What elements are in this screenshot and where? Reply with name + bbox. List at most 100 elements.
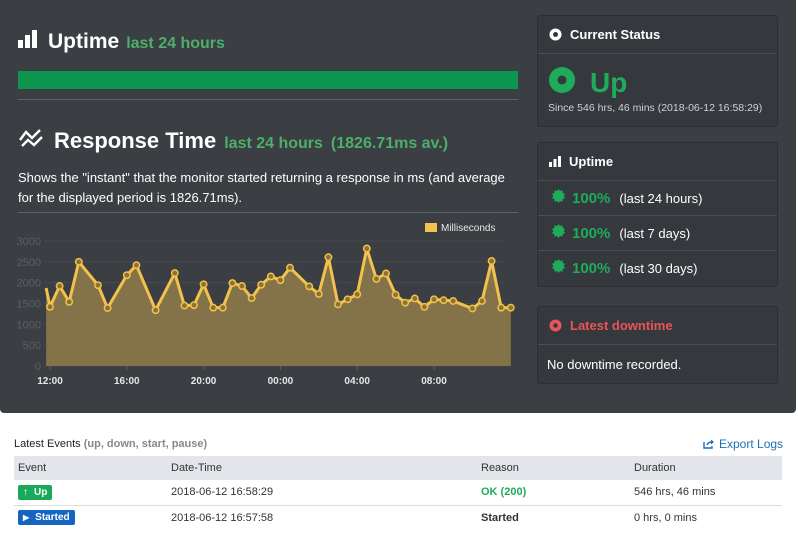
event-duration: 0 hrs, 0 mins: [634, 511, 697, 524]
data-point: [94, 281, 102, 290]
event-label: Started: [35, 512, 70, 524]
y-tick-label: 2500: [17, 257, 41, 269]
data-point: [478, 297, 486, 305]
uptime-period: (last 30 days): [619, 261, 698, 276]
data-point: [228, 279, 237, 288]
x-tick-label: 04:00: [344, 376, 370, 387]
event-datetime: 2018-06-12 16:58:29: [167, 480, 477, 506]
latest-events-title: Latest Events: [14, 438, 81, 450]
data-point: [65, 297, 74, 306]
data-point: [151, 306, 160, 315]
badge-check-icon: [552, 259, 566, 278]
uptime-row-7d: 100% (last 7 days): [538, 216, 777, 251]
y-tick-label: 0: [35, 361, 41, 373]
data-point: [497, 303, 506, 312]
latest-events-subtitle: (up, down, start, pause): [83, 438, 208, 450]
y-tick-label: 1000: [17, 319, 41, 331]
badge-check-icon: [552, 188, 566, 208]
data-point: [190, 301, 198, 310]
data-point: [46, 302, 54, 311]
legend-label: Milliseconds: [441, 223, 495, 234]
data-point: [401, 298, 410, 307]
bar-chart-icon: [549, 156, 561, 167]
data-point: [449, 297, 458, 305]
uptime-row-30d: 100% (last 30 days): [538, 251, 777, 286]
uptime-bar: [18, 71, 518, 89]
divider: [18, 212, 518, 213]
data-point: [410, 294, 419, 303]
legend-swatch: [425, 223, 437, 232]
current-status-panel: Current Status Up Since 546 hrs, 46 mins…: [537, 15, 778, 127]
event-datetime: 2018-06-12 16:57:58: [171, 511, 274, 524]
export-icon: [703, 439, 714, 449]
monitor-dashboard: Uptime last 24 hours Response Time last …: [0, 0, 796, 413]
data-point: [218, 303, 227, 312]
status-dot-icon: [549, 28, 562, 41]
uptime-percent: 100%: [572, 224, 611, 242]
data-point: [439, 296, 448, 305]
y-tick-label: 3000: [17, 236, 41, 248]
y-tick-label: 1500: [17, 299, 41, 311]
column-header-duration: Duration: [630, 456, 782, 480]
event-badge-up: ↑ Up: [18, 484, 53, 500]
x-tick-label: 20:00: [191, 376, 217, 387]
export-logs-button[interactable]: Export Logs: [703, 437, 783, 451]
uptime-heading: Uptime last 24 hours: [18, 30, 225, 54]
data-point: [238, 282, 246, 290]
data-point: [170, 269, 179, 278]
current-status-title: Current Status: [570, 27, 661, 42]
divider: [18, 99, 518, 100]
data-point: [382, 269, 390, 278]
uptime-panel-header: Uptime: [538, 143, 777, 181]
event-label: Up: [34, 486, 48, 498]
event-duration: 546 hrs, 46 mins: [630, 480, 782, 506]
latest-downtime-header: Latest downtime: [538, 307, 777, 345]
data-point: [362, 244, 371, 253]
data-point: [276, 276, 285, 285]
uptime-panel: Uptime 100% (last 24 hours) 100% (last 7…: [537, 142, 778, 287]
arrow-up-icon: ↑: [23, 486, 28, 498]
uptime-row-24h: 100% (last 24 hours): [538, 181, 777, 216]
column-header-event: Event: [14, 456, 167, 480]
data-point: [334, 300, 342, 309]
column-header-reason: Reason: [477, 456, 630, 480]
data-point: [314, 289, 323, 298]
response-time-average: (1826.71ms av.): [330, 135, 449, 152]
data-point: [468, 304, 477, 313]
data-point: [353, 290, 362, 299]
event-badge-started: ▶ Started: [18, 510, 75, 526]
data-point: [343, 295, 352, 304]
data-point: [247, 294, 256, 303]
x-tick-label: 16:00: [114, 376, 140, 387]
data-point: [180, 301, 189, 310]
data-point: [372, 274, 381, 283]
badge-check-icon: [552, 223, 566, 243]
play-icon: ▶: [23, 513, 30, 523]
data-point: [122, 271, 131, 280]
response-time-heading: Response Time last 24 hours (1826.71ms a…: [18, 128, 448, 154]
status-up-icon: [548, 66, 576, 99]
data-point: [420, 302, 429, 311]
status-since: Since 546 hrs, 46 mins (2018-06-12 16:58…: [548, 102, 763, 114]
data-point: [391, 290, 400, 299]
data-point: [324, 253, 333, 262]
uptime-period: (last 24 hours): [619, 190, 703, 206]
events-table: Event Date-Time Reason Duration ↑ Up 2018…: [14, 456, 782, 530]
latest-downtime-panel: Latest downtime No downtime recorded.: [537, 306, 778, 384]
data-point: [74, 257, 83, 266]
data-point: [506, 303, 515, 312]
data-point: [266, 272, 275, 281]
response-time-area: [46, 248, 511, 366]
uptime-panel-title: Uptime: [569, 154, 614, 169]
latest-downtime-title: Latest downtime: [570, 318, 673, 333]
table-row: ▶ Started 2018-06-12 16:57:58 Started 0 h…: [14, 505, 782, 530]
data-point: [305, 282, 314, 291]
line-chart-icon: [18, 128, 44, 153]
data-point: [55, 282, 64, 290]
status-value: Up: [590, 66, 628, 98]
event-reason: Started: [481, 511, 519, 524]
x-tick-label: 12:00: [37, 376, 63, 387]
table-row: ↑ Up 2018-06-12 16:58:29 OK (200) 546 hrs…: [14, 480, 782, 506]
x-tick-label: 08:00: [421, 376, 447, 387]
response-time-chart: 0 500 1000 1500 2000 2500 3000 12:00 16:00 20:00 0…: [17, 223, 515, 387]
